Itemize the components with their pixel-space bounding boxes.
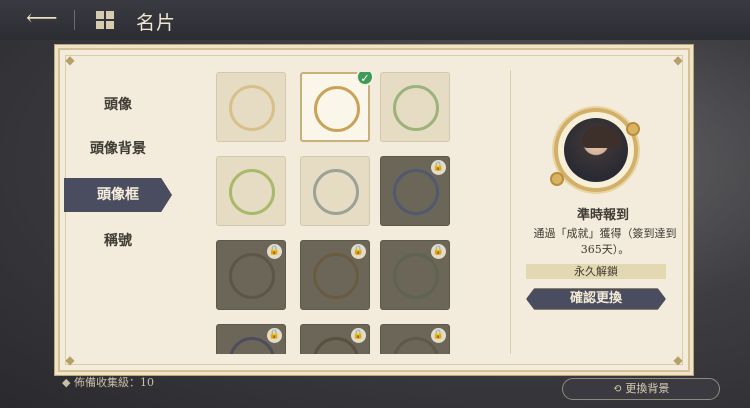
frame-tile-leaf-vine-ring[interactable] (380, 72, 450, 142)
frame-tile-plain-gold-ring[interactable] (216, 72, 286, 142)
category-avatar[interactable]: 頭像 (64, 88, 172, 122)
frame-ring-icon (314, 86, 360, 132)
frame-tile-dark-ring-6[interactable]: 🔒 (380, 324, 450, 354)
frame-ring-icon (229, 253, 275, 299)
frame-ring-icon (393, 169, 439, 215)
avatar-portrait (564, 118, 628, 182)
lock-icon: 🔒 (267, 328, 282, 343)
frame-ring-icon (393, 253, 439, 299)
lock-icon: 🔒 (431, 244, 446, 259)
frame-tile-teapot-ribbon-ring[interactable] (300, 156, 370, 226)
frame-ring-icon (313, 253, 359, 299)
change-background-label: 更換背景 (625, 382, 670, 395)
frame-tile-dark-ring-5[interactable]: 🔒 (300, 324, 370, 354)
avatar-hair (582, 126, 622, 148)
frame-tile-dark-ring-2[interactable]: 🔒 (300, 240, 370, 310)
category-title[interactable]: 稱號 (64, 224, 172, 258)
frame-ring-icon (229, 85, 275, 131)
frame-ring-icon (229, 169, 275, 215)
frame-ring-icon (393, 85, 439, 131)
lock-icon: 🔒 (351, 244, 366, 259)
frame-tile-flower-candle-ring[interactable] (216, 156, 286, 226)
check-icon: ✓ (356, 72, 374, 86)
confirm-change-button[interactable]: 確認更換 (526, 288, 666, 310)
topbar-divider (74, 10, 75, 30)
category-avatar-frame[interactable]: 頭像框 (64, 178, 172, 212)
card-edit-dialog: ◆ ◆ ◆ ◆ 頭像 頭像背景 頭像框 稱號 ✓ 🔒 🔒 🔒 🔒 🔒 🔒 🔒 準時報到 通過「… (58, 48, 690, 372)
frame-tile-dark-ring-3[interactable]: 🔒 (380, 240, 450, 310)
frame-ring-icon (313, 169, 359, 215)
lock-icon: 🔒 (351, 328, 366, 343)
avatar-preview (550, 108, 640, 192)
permanence-tag: 永久解鎖 (526, 264, 666, 279)
category-avatar-background[interactable]: 頭像背景 (64, 132, 172, 166)
page-title: 名片 (136, 12, 177, 34)
collection-level-text: ◆ 佈備收集級：10 (62, 376, 154, 389)
frame-name: 準時報到 (576, 208, 629, 223)
frame-tile-blue-ring[interactable]: 🔒 (380, 156, 450, 226)
frame-tile-dark-ring-4[interactable]: 🔒 (216, 324, 286, 354)
lock-icon: 🔒 (267, 244, 282, 259)
back-arrow-icon[interactable]: ⟵ (26, 8, 58, 30)
bell-icon (626, 122, 640, 136)
preview-panel: 準時報到 通過「成就」獲得（簽到達到365天）。 永久解鎖 確認更換 (520, 50, 686, 370)
lock-icon: 🔒 (431, 160, 446, 175)
change-background-button[interactable]: ⟲ 更換背景 (562, 378, 720, 400)
pocket-watch-icon (550, 172, 564, 186)
frame-grid: ✓ 🔒 🔒 🔒 🔒 🔒 🔒 🔒 (216, 72, 454, 354)
frame-description: 通過「成就」獲得（簽到達到365天）。 (533, 227, 677, 256)
top-bar: ⟵ 名片 (0, 0, 750, 40)
frame-tile-dark-ring-1[interactable]: 🔒 (216, 240, 286, 310)
frame-tile-clock-gold-ring[interactable]: ✓ (300, 72, 374, 142)
category-list: 頭像 頭像背景 頭像框 稱號 (60, 50, 180, 370)
grid-home-icon[interactable] (96, 11, 114, 29)
lock-icon: 🔒 (431, 328, 446, 343)
panel-divider (510, 70, 511, 354)
